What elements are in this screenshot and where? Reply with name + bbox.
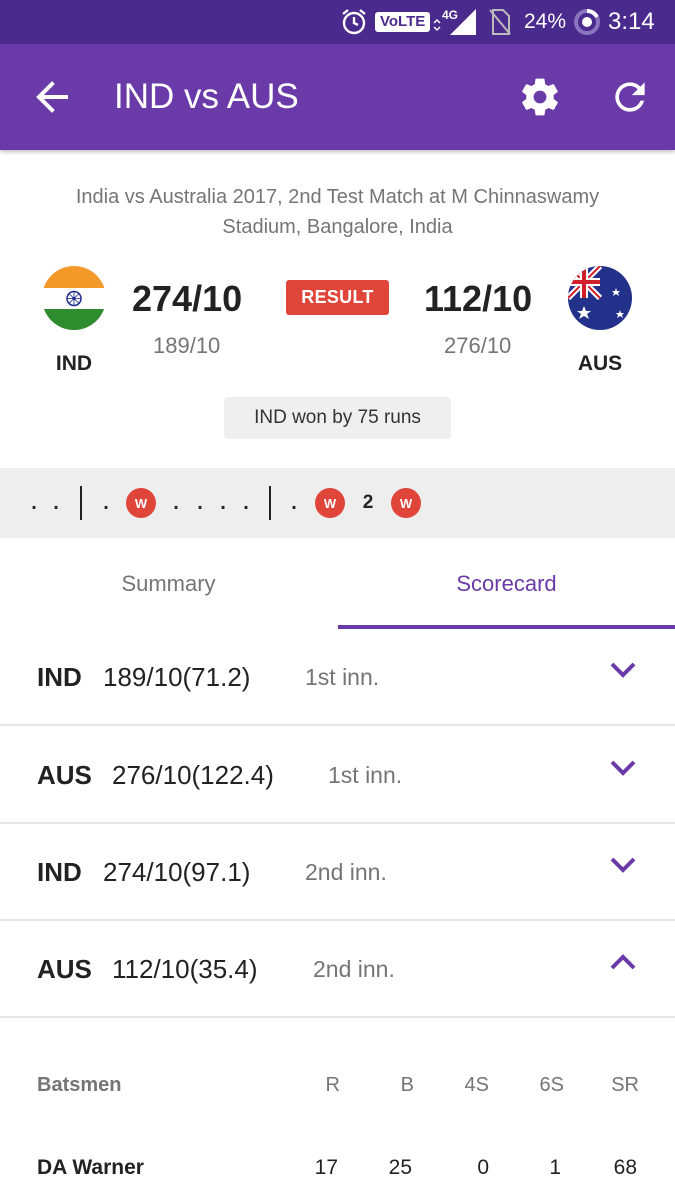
result-chip: IND won by 75 runs (224, 397, 451, 439)
dot-ball: . (220, 491, 226, 514)
gear-icon[interactable] (518, 75, 562, 119)
team2-code: AUS (577, 352, 623, 375)
innings-label: 1st inn. (328, 762, 403, 788)
fours-column-header: 4S (464, 1073, 489, 1096)
wicket-ball: W (126, 468, 156, 538)
runs-ball: 2 (362, 492, 374, 513)
dot-ball: . (243, 491, 249, 514)
refresh-icon[interactable] (608, 75, 652, 119)
wicket-ball: W (315, 468, 345, 538)
team2-prev-score: 276/10 (444, 333, 512, 358)
innings-score: 189/10(71.2) (103, 662, 251, 692)
app-bar: IND vs AUS (0, 44, 675, 150)
team1-code: IND (55, 352, 93, 375)
batsman-balls: 25 (388, 1156, 412, 1179)
innings-team: AUS (37, 954, 92, 984)
status-bar: VoLTE 4G 24% 3:14 (0, 0, 675, 44)
team2-score: 112/10 (424, 278, 533, 319)
over-separator (79, 468, 83, 538)
volte-icon: VoLTE (375, 0, 431, 44)
sixes-column-header: 6S (539, 1073, 564, 1096)
australia-flag-icon (568, 266, 632, 330)
innings-team: IND (37, 662, 82, 692)
dot-ball: . (197, 491, 203, 514)
dot-ball: . (31, 491, 37, 514)
tab-scorecard[interactable]: Scorecard (338, 538, 675, 630)
strike-rate-column-header: SR (611, 1073, 639, 1096)
chevron-down-icon[interactable] (606, 653, 640, 687)
india-flag-icon (42, 266, 106, 330)
team1-score: 274/10 (132, 278, 243, 319)
batsman-sr: 68 (613, 1156, 637, 1179)
back-arrow-icon[interactable] (30, 74, 76, 120)
innings-row[interactable]: IND 189/10(71.2) 1st inn. (0, 629, 675, 726)
no-sim-icon (488, 0, 512, 44)
over-separator (268, 468, 272, 538)
chevron-up-icon[interactable] (606, 945, 640, 979)
dot-ball: . (53, 491, 59, 514)
network-label: 4G (442, 8, 458, 22)
balls-column-header: B (400, 1073, 414, 1096)
innings-label: 2nd inn. (313, 956, 395, 982)
batsman-sixes: 1 (549, 1156, 561, 1179)
match-description: India vs Australia 2017, 2nd Test Match … (75, 186, 600, 238)
page-title: IND vs AUS (114, 77, 299, 116)
batsman-runs: 17 (314, 1156, 338, 1179)
dot-ball: . (103, 491, 109, 514)
dot-ball: . (173, 491, 179, 514)
batsmen-column-header: Batsmen (37, 1073, 122, 1096)
innings-row[interactable]: AUS 276/10(122.4) 1st inn. (0, 727, 675, 824)
innings-score: 112/10(35.4) (112, 954, 258, 984)
signal-icon: 4G (430, 0, 478, 44)
chevron-down-icon[interactable] (606, 751, 640, 785)
battery-percent: 24% (524, 10, 567, 33)
innings-row[interactable]: IND 274/10(97.1) 2nd inn. (0, 824, 675, 921)
clock: 3:14 (608, 8, 655, 35)
innings-score: 276/10(122.4) (112, 760, 274, 790)
innings-team: IND (37, 857, 82, 887)
status-badge: RESULT (286, 280, 389, 315)
dot-ball: . (291, 491, 297, 514)
alarm-icon (340, 0, 368, 44)
innings-row[interactable]: AUS 112/10(35.4) 2nd inn. (0, 921, 675, 1018)
tab-bar: Summary Scorecard (0, 538, 675, 630)
innings-label: 2nd inn. (305, 859, 387, 885)
team1-prev-score: 189/10 (153, 333, 221, 358)
runs-column-header: R (325, 1073, 340, 1096)
ball-by-ball-strip: ...W.....W2W (0, 468, 675, 538)
battery-icon (572, 0, 602, 44)
innings-team: AUS (37, 760, 92, 790)
batsman-fours: 0 (477, 1156, 489, 1179)
innings-score: 274/10(97.1) (103, 857, 251, 887)
batsmen-header: Batsmen R B 4S 6S SR (0, 1060, 675, 1110)
wicket-ball: W (391, 468, 421, 538)
innings-label: 1st inn. (305, 664, 380, 690)
tab-summary[interactable]: Summary (0, 538, 337, 630)
chevron-down-icon[interactable] (606, 848, 640, 882)
batsman-name: DA Warner (37, 1156, 144, 1179)
table-row[interactable]: DA Warner 17 25 0 1 68 (0, 1145, 675, 1191)
